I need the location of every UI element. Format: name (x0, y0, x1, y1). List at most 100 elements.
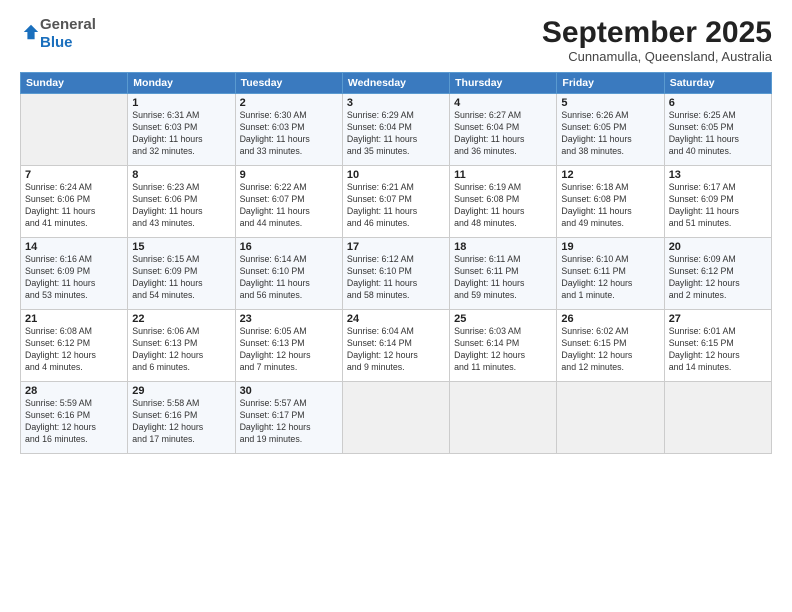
day-number: 20 (669, 241, 767, 253)
day-number: 22 (132, 313, 230, 325)
day-number: 29 (132, 385, 230, 397)
day-info: Sunrise: 6:10 AMSunset: 6:11 PMDaylight:… (561, 254, 659, 302)
calendar-cell: 7Sunrise: 6:24 AMSunset: 6:06 PMDaylight… (21, 166, 128, 238)
calendar-cell: 17Sunrise: 6:12 AMSunset: 6:10 PMDayligh… (342, 238, 449, 310)
day-number: 5 (561, 97, 659, 109)
day-number: 28 (25, 385, 123, 397)
calendar-cell: 28Sunrise: 5:59 AMSunset: 6:16 PMDayligh… (21, 382, 128, 454)
day-header-sunday: Sunday (21, 73, 128, 94)
logo: General Blue (20, 16, 96, 52)
logo-general: General (40, 16, 96, 33)
calendar-body: 1Sunrise: 6:31 AMSunset: 6:03 PMDaylight… (21, 94, 772, 454)
day-info: Sunrise: 6:30 AMSunset: 6:03 PMDaylight:… (240, 110, 338, 158)
day-info: Sunrise: 6:23 AMSunset: 6:06 PMDaylight:… (132, 182, 230, 230)
day-header-friday: Friday (557, 73, 664, 94)
calendar-cell: 9Sunrise: 6:22 AMSunset: 6:07 PMDaylight… (235, 166, 342, 238)
calendar-header: SundayMondayTuesdayWednesdayThursdayFrid… (21, 73, 772, 94)
day-header-tuesday: Tuesday (235, 73, 342, 94)
day-header-saturday: Saturday (664, 73, 771, 94)
day-info: Sunrise: 6:31 AMSunset: 6:03 PMDaylight:… (132, 110, 230, 158)
day-number: 14 (25, 241, 123, 253)
day-number: 9 (240, 169, 338, 181)
calendar-cell: 8Sunrise: 6:23 AMSunset: 6:06 PMDaylight… (128, 166, 235, 238)
location: Cunnamulla, Queensland, Australia (542, 49, 772, 64)
day-number: 26 (561, 313, 659, 325)
day-info: Sunrise: 6:03 AMSunset: 6:14 PMDaylight:… (454, 326, 552, 374)
calendar-cell: 15Sunrise: 6:15 AMSunset: 6:09 PMDayligh… (128, 238, 235, 310)
calendar-cell: 23Sunrise: 6:05 AMSunset: 6:13 PMDayligh… (235, 310, 342, 382)
day-info: Sunrise: 6:19 AMSunset: 6:08 PMDaylight:… (454, 182, 552, 230)
day-number: 12 (561, 169, 659, 181)
day-info: Sunrise: 6:26 AMSunset: 6:05 PMDaylight:… (561, 110, 659, 158)
calendar-cell: 24Sunrise: 6:04 AMSunset: 6:14 PMDayligh… (342, 310, 449, 382)
day-header-thursday: Thursday (450, 73, 557, 94)
header-row: SundayMondayTuesdayWednesdayThursdayFrid… (21, 73, 772, 94)
month-title: September 2025 (542, 16, 772, 49)
week-row-2: 7Sunrise: 6:24 AMSunset: 6:06 PMDaylight… (21, 166, 772, 238)
calendar: SundayMondayTuesdayWednesdayThursdayFrid… (20, 72, 772, 454)
calendar-cell (557, 382, 664, 454)
day-info: Sunrise: 6:22 AMSunset: 6:07 PMDaylight:… (240, 182, 338, 230)
day-info: Sunrise: 6:29 AMSunset: 6:04 PMDaylight:… (347, 110, 445, 158)
calendar-cell (664, 382, 771, 454)
day-number: 6 (669, 97, 767, 109)
calendar-cell: 11Sunrise: 6:19 AMSunset: 6:08 PMDayligh… (450, 166, 557, 238)
week-row-1: 1Sunrise: 6:31 AMSunset: 6:03 PMDaylight… (21, 94, 772, 166)
day-info: Sunrise: 6:21 AMSunset: 6:07 PMDaylight:… (347, 182, 445, 230)
header: General Blue September 2025 Cunnamulla, … (20, 16, 772, 64)
day-info: Sunrise: 6:12 AMSunset: 6:10 PMDaylight:… (347, 254, 445, 302)
day-number: 13 (669, 169, 767, 181)
logo-icon (22, 23, 40, 41)
day-number: 15 (132, 241, 230, 253)
day-number: 1 (132, 97, 230, 109)
day-number: 11 (454, 169, 552, 181)
day-info: Sunrise: 6:17 AMSunset: 6:09 PMDaylight:… (669, 182, 767, 230)
day-number: 7 (25, 169, 123, 181)
day-number: 21 (25, 313, 123, 325)
day-info: Sunrise: 6:16 AMSunset: 6:09 PMDaylight:… (25, 254, 123, 302)
calendar-cell: 12Sunrise: 6:18 AMSunset: 6:08 PMDayligh… (557, 166, 664, 238)
day-info: Sunrise: 6:04 AMSunset: 6:14 PMDaylight:… (347, 326, 445, 374)
day-info: Sunrise: 6:05 AMSunset: 6:13 PMDaylight:… (240, 326, 338, 374)
day-number: 4 (454, 97, 552, 109)
day-info: Sunrise: 6:09 AMSunset: 6:12 PMDaylight:… (669, 254, 767, 302)
calendar-cell: 14Sunrise: 6:16 AMSunset: 6:09 PMDayligh… (21, 238, 128, 310)
calendar-cell: 29Sunrise: 5:58 AMSunset: 6:16 PMDayligh… (128, 382, 235, 454)
day-info: Sunrise: 6:08 AMSunset: 6:12 PMDaylight:… (25, 326, 123, 374)
calendar-cell: 4Sunrise: 6:27 AMSunset: 6:04 PMDaylight… (450, 94, 557, 166)
calendar-cell: 13Sunrise: 6:17 AMSunset: 6:09 PMDayligh… (664, 166, 771, 238)
day-info: Sunrise: 6:11 AMSunset: 6:11 PMDaylight:… (454, 254, 552, 302)
calendar-cell (21, 94, 128, 166)
calendar-cell: 25Sunrise: 6:03 AMSunset: 6:14 PMDayligh… (450, 310, 557, 382)
day-info: Sunrise: 6:18 AMSunset: 6:08 PMDaylight:… (561, 182, 659, 230)
calendar-cell: 27Sunrise: 6:01 AMSunset: 6:15 PMDayligh… (664, 310, 771, 382)
day-info: Sunrise: 5:59 AMSunset: 6:16 PMDaylight:… (25, 398, 123, 446)
day-number: 19 (561, 241, 659, 253)
calendar-cell: 6Sunrise: 6:25 AMSunset: 6:05 PMDaylight… (664, 94, 771, 166)
page: General Blue September 2025 Cunnamulla, … (0, 0, 792, 612)
calendar-cell (342, 382, 449, 454)
title-block: September 2025 Cunnamulla, Queensland, A… (542, 16, 772, 64)
calendar-cell: 26Sunrise: 6:02 AMSunset: 6:15 PMDayligh… (557, 310, 664, 382)
calendar-cell: 22Sunrise: 6:06 AMSunset: 6:13 PMDayligh… (128, 310, 235, 382)
day-header-wednesday: Wednesday (342, 73, 449, 94)
week-row-5: 28Sunrise: 5:59 AMSunset: 6:16 PMDayligh… (21, 382, 772, 454)
calendar-cell: 30Sunrise: 5:57 AMSunset: 6:17 PMDayligh… (235, 382, 342, 454)
calendar-cell (450, 382, 557, 454)
calendar-cell: 10Sunrise: 6:21 AMSunset: 6:07 PMDayligh… (342, 166, 449, 238)
calendar-cell: 3Sunrise: 6:29 AMSunset: 6:04 PMDaylight… (342, 94, 449, 166)
day-number: 2 (240, 97, 338, 109)
day-number: 16 (240, 241, 338, 253)
day-info: Sunrise: 6:27 AMSunset: 6:04 PMDaylight:… (454, 110, 552, 158)
calendar-cell: 18Sunrise: 6:11 AMSunset: 6:11 PMDayligh… (450, 238, 557, 310)
calendar-cell: 20Sunrise: 6:09 AMSunset: 6:12 PMDayligh… (664, 238, 771, 310)
day-number: 25 (454, 313, 552, 325)
day-number: 3 (347, 97, 445, 109)
day-info: Sunrise: 6:24 AMSunset: 6:06 PMDaylight:… (25, 182, 123, 230)
calendar-cell: 1Sunrise: 6:31 AMSunset: 6:03 PMDaylight… (128, 94, 235, 166)
day-info: Sunrise: 6:06 AMSunset: 6:13 PMDaylight:… (132, 326, 230, 374)
calendar-cell: 2Sunrise: 6:30 AMSunset: 6:03 PMDaylight… (235, 94, 342, 166)
logo-blue: Blue (40, 34, 73, 51)
calendar-cell: 19Sunrise: 6:10 AMSunset: 6:11 PMDayligh… (557, 238, 664, 310)
day-header-monday: Monday (128, 73, 235, 94)
